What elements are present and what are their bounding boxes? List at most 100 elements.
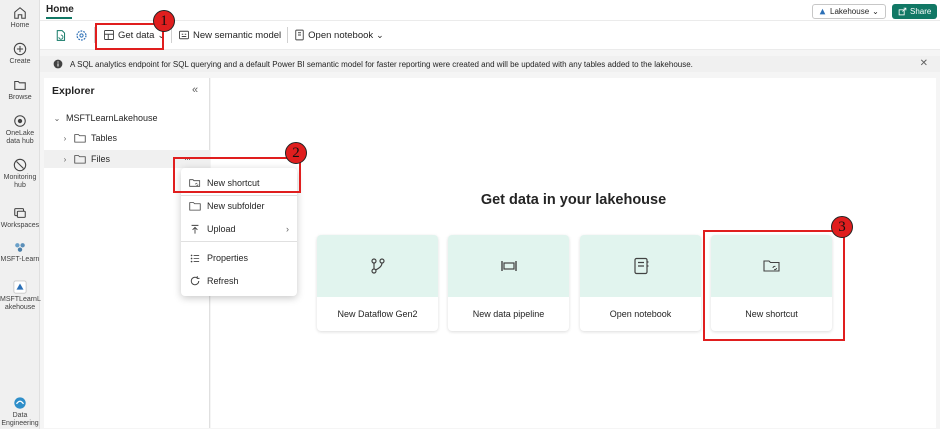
- menu-item-upload[interactable]: Upload ›: [181, 219, 297, 239]
- chevron-right-icon: ›: [286, 224, 289, 234]
- open-notebook-label: Open notebook: [308, 29, 374, 41]
- tree-item-tables[interactable]: › Tables: [44, 129, 210, 147]
- collapse-panel-icon[interactable]: «: [192, 84, 198, 96]
- menu-item-label: Upload: [207, 224, 236, 234]
- left-rail: Home Create Browse OneLake data hub Moni…: [0, 0, 41, 429]
- card-icon-area: [317, 235, 438, 297]
- rail-data-engineering[interactable]: Data Engineering: [0, 396, 40, 428]
- tree-item-lakehouse-label: MSFTLearnLakehouse: [66, 113, 158, 123]
- new-dataflow-card[interactable]: New Dataflow Gen2: [317, 235, 438, 331]
- rail-monitoring[interactable]: Monitoring hub: [0, 158, 40, 190]
- card-label: Open notebook: [609, 309, 672, 319]
- explorer-title: Explorer: [52, 85, 95, 97]
- folder-icon: [74, 134, 86, 143]
- tab-home-underline: [46, 17, 72, 19]
- rail-data-engineering-label: Data Engineering: [1, 412, 39, 427]
- chevron-down-icon: ⌄: [53, 113, 61, 123]
- notebook-icon: [295, 29, 304, 41]
- rail-msft-learn[interactable]: MSFT-Learn: [0, 240, 40, 264]
- semantic-model-icon: [179, 30, 189, 40]
- rail-create[interactable]: Create: [0, 42, 40, 66]
- highlight-new-shortcut-menu: [173, 157, 301, 193]
- menu-item-refresh[interactable]: Refresh: [181, 271, 297, 291]
- onelake-icon: [14, 115, 26, 127]
- rail-monitoring-label: Monitoring hub: [3, 174, 37, 189]
- chevron-right-icon: ›: [63, 133, 67, 143]
- rail-onelake[interactable]: OneLake data hub: [0, 114, 40, 146]
- info-banner-message: A SQL analytics endpoint for SQL queryin…: [70, 59, 693, 69]
- folder-icon: [189, 202, 201, 211]
- toolbar-divider: [287, 27, 289, 43]
- data-engineering-icon: [14, 397, 26, 409]
- highlight-new-shortcut-card: [703, 230, 845, 341]
- tree-item-lakehouse[interactable]: ⌄ MSFTLearnLakehouse: [44, 109, 210, 127]
- info-banner: A SQL analytics endpoint for SQL queryin…: [40, 56, 940, 72]
- tab-home[interactable]: Home: [46, 4, 74, 15]
- refresh-icon: [190, 276, 200, 286]
- workspaces-icon: [14, 208, 26, 218]
- upload-icon: [191, 224, 199, 234]
- chevron-down-icon: ⌄: [872, 7, 879, 16]
- notebook-icon: [633, 257, 648, 275]
- new-data-pipeline-card[interactable]: New data pipeline: [448, 235, 569, 331]
- rail-home-label: Home: [10, 22, 30, 29]
- lakehouse-switcher[interactable]: Lakehouse ⌄: [812, 4, 886, 19]
- rail-browse[interactable]: Browse: [0, 78, 40, 102]
- ribbon-toolbar: Get data ⌄ New semantic model Open noteb…: [40, 20, 940, 50]
- card-label: New data pipeline: [472, 309, 545, 319]
- lakehouse-icon: [819, 8, 826, 15]
- card-icon-area: [580, 235, 701, 297]
- rail-msft-learn-label: MSFT-Learn: [0, 256, 40, 263]
- refresh-lakehouse-button[interactable]: [50, 24, 71, 46]
- refresh-doc-icon: [56, 29, 66, 41]
- properties-icon: [190, 254, 200, 262]
- rail-create-label: Create: [9, 58, 31, 65]
- rail-workspaces[interactable]: Workspaces: [0, 206, 40, 230]
- top-header: Home Lakehouse ⌄ Share: [40, 0, 940, 20]
- menu-divider: [181, 241, 297, 242]
- rail-lakehouse[interactable]: MSFTLearnL akehouse: [0, 280, 41, 312]
- toolbar-divider: [171, 27, 172, 43]
- chevron-down-icon: ⌄: [376, 29, 384, 40]
- info-icon: [53, 59, 63, 69]
- open-notebook-card[interactable]: Open notebook: [580, 235, 701, 331]
- folder-icon: [74, 155, 86, 164]
- rail-workspaces-label: Workspaces: [0, 222, 40, 229]
- create-icon: [13, 42, 27, 56]
- settings-button[interactable]: [71, 24, 92, 46]
- card-icon-area: [448, 235, 569, 297]
- card-label: New Dataflow Gen2: [337, 309, 418, 319]
- menu-item-label: New subfolder: [207, 201, 265, 211]
- menu-item-new-subfolder[interactable]: New subfolder: [181, 196, 297, 216]
- callout-badge-1: 1: [153, 10, 175, 32]
- menu-item-label: Refresh: [207, 276, 239, 286]
- menu-item-label: Properties: [207, 253, 249, 263]
- menu-item-properties[interactable]: Properties: [181, 248, 297, 268]
- callout-badge-2: 2: [285, 142, 307, 164]
- monitoring-icon: [13, 158, 27, 172]
- chevron-right-icon: ›: [63, 154, 67, 164]
- tree-item-files-label: Files: [91, 154, 111, 164]
- pipeline-icon: [500, 261, 517, 271]
- gear-icon: [76, 29, 87, 41]
- new-semantic-model-button[interactable]: New semantic model: [174, 24, 285, 46]
- rail-lakehouse-label: MSFTLearnL akehouse: [0, 296, 41, 311]
- close-icon[interactable]: ✕: [920, 58, 928, 69]
- share-icon: [898, 7, 907, 16]
- tree-item-tables-label: Tables: [91, 133, 118, 143]
- workspace-icon: [15, 243, 25, 252]
- open-notebook-button[interactable]: Open notebook ⌄: [290, 24, 388, 46]
- rail-onelake-label: OneLake data hub: [5, 130, 35, 145]
- home-icon: [14, 7, 26, 19]
- callout-badge-3: 3: [831, 216, 853, 238]
- lakehouse-icon: [13, 280, 27, 294]
- lakehouse-switcher-label: Lakehouse: [830, 7, 870, 16]
- share-label: Share: [910, 7, 932, 16]
- browse-icon: [14, 80, 26, 90]
- new-semantic-model-label: New semantic model: [193, 29, 282, 41]
- rail-home[interactable]: Home: [0, 6, 40, 30]
- page-title: Get data in your lakehouse: [480, 192, 667, 208]
- share-button[interactable]: Share: [892, 4, 938, 19]
- dataflow-icon: [370, 258, 385, 274]
- highlight-get-data: [95, 23, 164, 50]
